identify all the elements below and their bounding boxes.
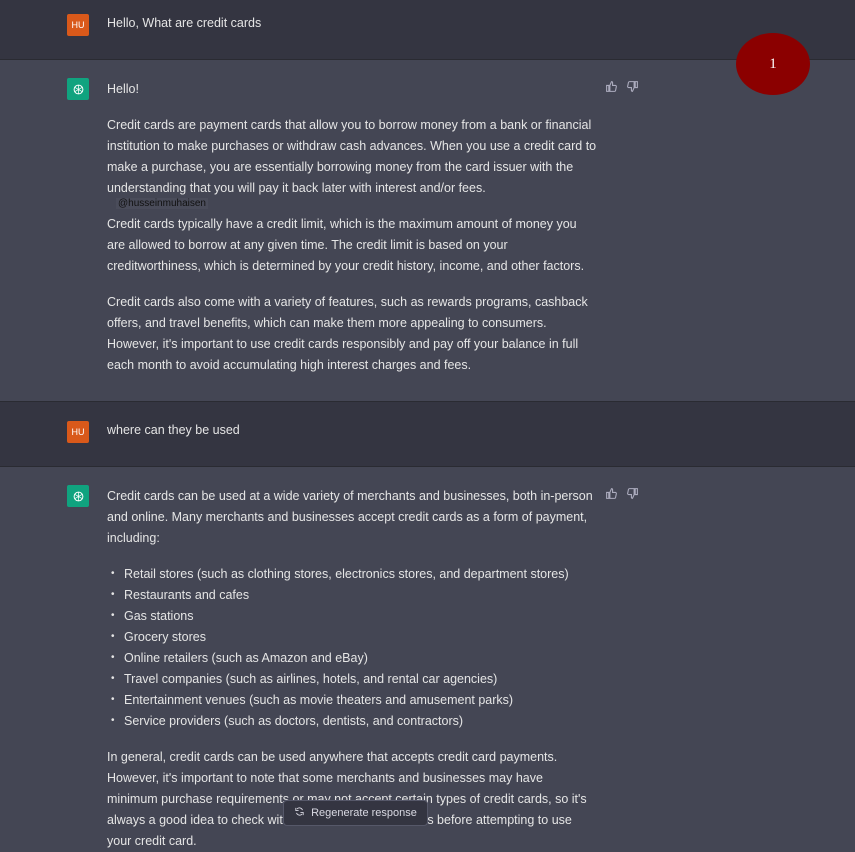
step-number-badge: 1: [736, 33, 810, 95]
list-item: Retail stores (such as clothing stores, …: [107, 563, 597, 585]
assistant-message-text: Hello! Credit cards are payment cards th…: [107, 79, 597, 376]
user-avatar: HU: [67, 421, 89, 443]
list-item: Grocery stores: [107, 626, 597, 648]
paragraph: Credit cards also come with a variety of…: [107, 295, 588, 372]
assistant-message-row: Hello! Credit cards are payment cards th…: [0, 60, 855, 402]
paragraph: Credit cards typically have a credit lim…: [107, 217, 585, 273]
list-item: Restaurants and cafes: [107, 584, 597, 606]
regenerate-response-button[interactable]: Regenerate response: [283, 800, 428, 826]
thumbs-up-icon[interactable]: [605, 80, 618, 98]
refresh-icon: [294, 806, 305, 820]
assistant-avatar-icon: [67, 485, 89, 507]
assistant-message-row: Credit cards can be used at a wide varie…: [0, 467, 855, 848]
usage-list: Retail stores (such as clothing stores, …: [107, 563, 597, 732]
thumbs-down-icon[interactable]: [626, 80, 639, 98]
user-message-text: Hello, What are credit cards: [107, 16, 262, 30]
user-avatar: HU: [67, 14, 89, 36]
watermark-text: @husseinmuhaisen: [116, 198, 208, 209]
list-item: Gas stations: [107, 605, 597, 627]
intro-paragraph: Credit cards can be used at a wide varie…: [107, 489, 593, 545]
feedback-buttons: [605, 80, 639, 98]
thumbs-up-icon[interactable]: [605, 487, 618, 505]
user-message-row: HU Hello, What are credit cards: [0, 0, 855, 60]
user-message-text: where can they be used: [107, 423, 240, 437]
assistant-message-text: Credit cards can be used at a wide varie…: [107, 486, 597, 852]
user-message-row: HU where can they be used: [0, 402, 855, 467]
assistant-avatar-icon: [67, 78, 89, 100]
thumbs-down-icon[interactable]: [626, 487, 639, 505]
list-item: Service providers (such as doctors, dent…: [107, 710, 597, 732]
paragraph: Credit cards are payment cards that allo…: [107, 118, 597, 195]
list-item: Entertainment venues (such as movie thea…: [107, 689, 597, 711]
list-item: Travel companies (such as airlines, hote…: [107, 668, 597, 690]
regenerate-label: Regenerate response: [311, 807, 417, 819]
greeting-paragraph: Hello!: [107, 82, 139, 96]
list-item: Online retailers (such as Amazon and eBa…: [107, 647, 597, 669]
feedback-buttons: [605, 487, 639, 505]
